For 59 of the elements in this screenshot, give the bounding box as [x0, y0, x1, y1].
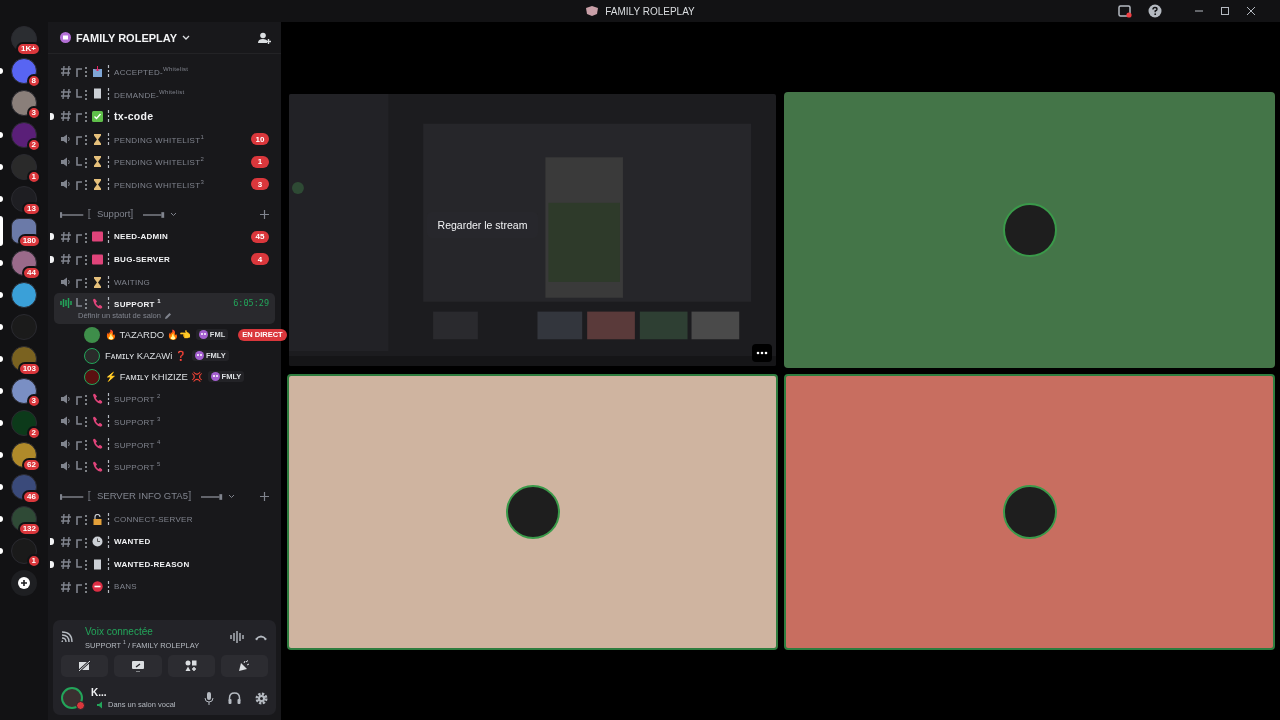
channel-name: WANTED [114, 537, 151, 547]
member-name[interactable]: ⚡ Fᴀᴍɪʟʏ KHIZIZE 💢 [105, 371, 203, 383]
channel-name: SUPPORT $^{3}$ [114, 415, 161, 427]
channel-name: SUPPORT $^{2}$ [114, 393, 161, 404]
channel-name: PENDING WHITELIST$^{3}$ [114, 178, 205, 190]
member-name[interactable]: 🔥 TAZARDO 🔥👈 [105, 329, 191, 341]
channel-name: SUPPORT $^{1}$ [114, 298, 161, 309]
channel-name: WANTED-REASON [114, 559, 190, 569]
mention-badge: 13 [22, 202, 41, 216]
channel-name: ACCEPTED-$^{Whitelist}$ [114, 65, 189, 77]
channel-name: BUG-SERVER [114, 254, 171, 264]
mention-badge: 180 [17, 234, 41, 248]
channel-name: SUPPORT $^{4}$ [114, 438, 161, 450]
mention-badge: 4 [251, 253, 269, 266]
window-title: FAMILY ROLEPLAY [605, 5, 695, 17]
category-name[interactable]: 〚SERVER INFO GTA5〛 [87, 490, 198, 504]
channel-item[interactable]: BANS [54, 575, 275, 599]
channel-name: WAITING [114, 277, 151, 287]
channel-item[interactable]: SUPPORT $^{2}$ [54, 387, 275, 410]
channel-item[interactable]: WAITING [54, 270, 275, 294]
channel-item[interactable]: tx-code [54, 105, 275, 128]
channel-item[interactable]: ACCEPTED-$^{Whitelist}$ [54, 60, 275, 83]
channel-item[interactable]: PENDING WHITELIST$^{1}$ 10 [54, 127, 275, 151]
channel-item[interactable]: PENDING WHITELIST$^{2}$ 1 [54, 150, 275, 173]
call-timer: 6:05:29 [233, 298, 269, 309]
mention-badge: 45 [251, 230, 269, 243]
channel-item[interactable]: SUPPORT $^{4}$ [54, 432, 275, 456]
channel-item[interactable]: BUG-SERVER 4 [54, 248, 275, 271]
mention-badge: 10 [251, 133, 269, 146]
channel-item[interactable]: DEMANDE-$^{Whitelist}$ [54, 82, 275, 106]
mention-badge: 1K+ [16, 42, 41, 56]
channel-item[interactable]: SUPPORT $^{3}$ [54, 409, 275, 433]
video-tile[interactable]: Regarder le stream [287, 92, 778, 368]
server-name[interactable]: FAMILY ROLEPLAY [76, 31, 178, 44]
channel-item[interactable]: WANTED [54, 530, 275, 553]
mention-badge: 103 [17, 362, 41, 376]
member-name[interactable]: Fᴀᴍɪʟʏ KAZAWi ❓ [105, 350, 188, 362]
category-name[interactable]: 〚Support〛 [87, 208, 141, 222]
mention-badge: 62 [22, 458, 41, 472]
channel-name: NEED-ADMIN [114, 232, 169, 242]
channel-item[interactable]: CONNECT-SERVER [54, 507, 275, 531]
channel-name: DEMANDE-$^{Whitelist}$ [114, 88, 185, 100]
channel-item[interactable]: SUPPORT $^{5}$ [54, 455, 275, 478]
channel-name: CONNECT-SERVER [114, 514, 193, 524]
channel-name: PENDING WHITELIST$^{1}$ [114, 133, 205, 145]
channel-name: SUPPORT $^{5}$ [114, 461, 161, 472]
channel-name: PENDING WHITELIST$^{2}$ [114, 156, 205, 167]
voice-status[interactable]: Voix connectée [85, 625, 200, 637]
channel-item[interactable]: WANTED-REASON [54, 552, 275, 576]
channel-item[interactable]: NEED-ADMIN 45 [54, 225, 275, 249]
mention-badge: 46 [22, 490, 41, 504]
channel-name: tx-code [114, 110, 154, 123]
mention-badge: 44 [22, 266, 41, 280]
mention-badge: 3 [251, 178, 269, 191]
mention-badge: 1 [251, 155, 269, 168]
channel-name: BANS [114, 582, 137, 592]
channel-item[interactable]: PENDING WHITELIST$^{3}$ 3 [54, 172, 275, 196]
user-name[interactable]: K... [91, 687, 176, 698]
mention-badge: 132 [17, 522, 41, 536]
